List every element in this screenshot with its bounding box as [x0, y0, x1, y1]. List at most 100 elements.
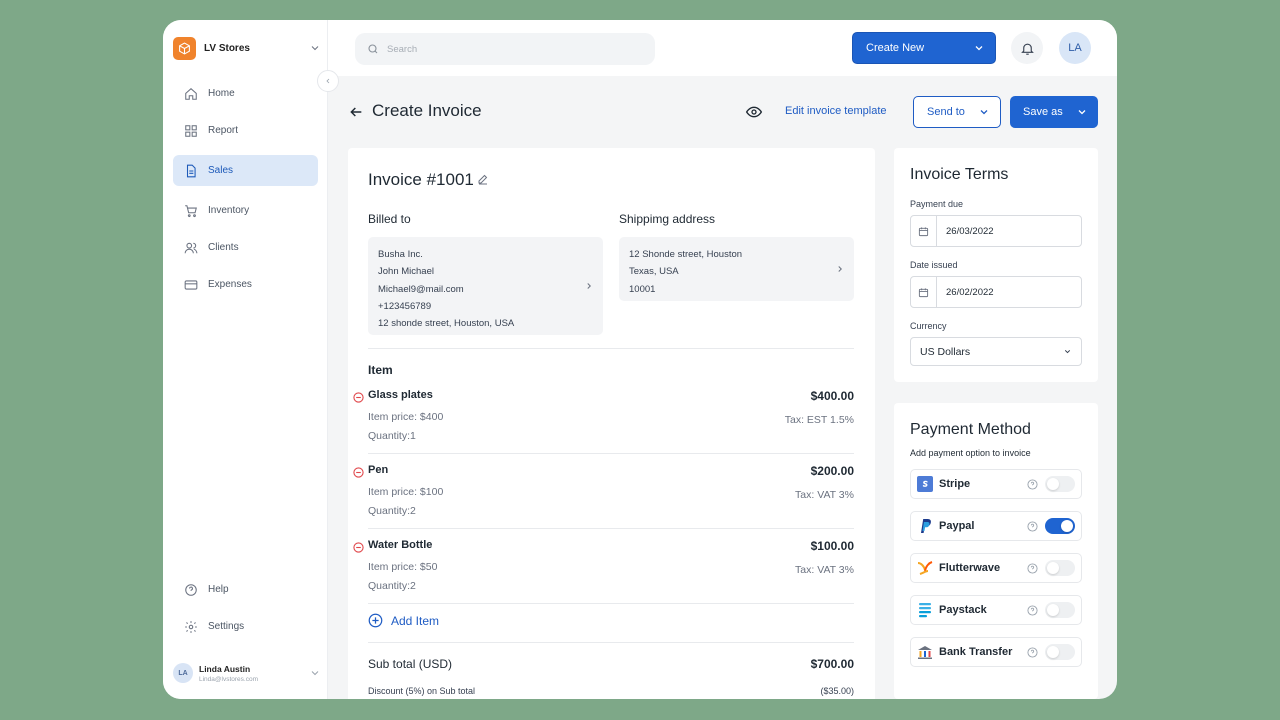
payment-due-label: Payment due	[910, 199, 964, 209]
flutterwave-logo-icon	[917, 560, 933, 576]
user-menu[interactable]: LA Linda Austin Linda@lvstores.com	[173, 660, 321, 686]
cart-icon	[185, 204, 197, 217]
payment-name: Flutterwave	[939, 562, 1001, 574]
item-name: Pen	[368, 464, 389, 476]
list-item: Water Bottle Item price: $50 Quantity:2 …	[353, 539, 854, 599]
help-icon	[185, 583, 197, 596]
paystack-logo-icon	[917, 602, 933, 618]
chevron-down-icon	[975, 46, 983, 51]
flutterwave-toggle[interactable]	[1045, 560, 1075, 576]
date-issued-field[interactable]: 26/02/2022	[910, 276, 1082, 308]
sidebar-item-sales[interactable]: Sales	[173, 155, 318, 186]
sidebar-item-label: Settings	[208, 621, 245, 632]
help-icon[interactable]	[1027, 520, 1038, 532]
chevron-down-icon	[1078, 110, 1086, 115]
save-as-button[interactable]: Save as	[1010, 96, 1098, 128]
create-new-button[interactable]: Create New	[852, 32, 996, 64]
currency-value: US Dollars	[920, 345, 971, 358]
payment-name: Paypal	[939, 520, 975, 532]
save-as-label: Save as	[1023, 106, 1063, 118]
sidebar-item-label: Help	[208, 584, 229, 595]
help-icon[interactable]	[1027, 646, 1038, 658]
user-name: Linda Austin	[199, 663, 251, 674]
currency-select[interactable]: US Dollars	[910, 337, 1082, 366]
stripe-logo-icon	[917, 476, 933, 492]
create-new-label: Create New	[866, 42, 925, 54]
send-to-label: Send to	[927, 106, 965, 118]
paypal-toggle[interactable]	[1045, 518, 1075, 534]
item-section-label: Item	[368, 363, 393, 377]
calendar-icon	[918, 287, 929, 297]
payment-option-flutterwave: Flutterwave	[910, 553, 1082, 583]
stripe-toggle[interactable]	[1045, 476, 1075, 492]
shipping-address-label: Shippimg address	[619, 212, 716, 226]
bank-transfer-toggle[interactable]	[1045, 644, 1075, 660]
eye-icon[interactable]	[745, 104, 763, 120]
gear-icon	[185, 620, 197, 633]
chevron-left-icon	[326, 78, 330, 84]
paystack-toggle[interactable]	[1045, 602, 1075, 618]
discount-value: ($35.00)	[820, 686, 854, 696]
payment-option-paystack: Paystack	[910, 595, 1082, 625]
bell-icon	[1020, 43, 1034, 55]
app-window: LV Stores Home Report Sales Inventory Cl…	[163, 20, 1117, 699]
sidebar-item-help[interactable]: Help	[173, 574, 318, 605]
help-icon[interactable]	[1027, 604, 1038, 616]
billed-phone: +123456789	[378, 300, 432, 312]
avatar[interactable]: LA	[1059, 32, 1091, 64]
sidebar-item-settings[interactable]: Settings	[173, 611, 318, 642]
subtotal-label: Sub total (USD)	[368, 657, 453, 671]
sidebar-item-inventory[interactable]: Inventory	[173, 195, 318, 226]
sidebar-item-home[interactable]: Home	[173, 78, 318, 109]
search-input[interactable]	[387, 43, 627, 55]
add-item-button[interactable]: Add Item	[368, 613, 439, 628]
paypal-logo-icon	[917, 518, 933, 534]
send-to-button[interactable]: Send to	[913, 96, 1001, 128]
date-issued-label: Date issued	[910, 260, 958, 270]
billed-address: 12 shonde street, Houston, USA	[378, 318, 515, 330]
payment-due-field[interactable]: 26/03/2022	[910, 215, 1082, 247]
remove-item-icon[interactable]	[353, 467, 364, 478]
search-icon	[368, 44, 378, 54]
pencil-icon[interactable]	[477, 173, 489, 185]
payment-due-value: 26/03/2022	[946, 225, 994, 237]
sidebar-item-expenses[interactable]: Expenses	[173, 269, 318, 300]
payment-method-subtitle: Add payment option to invoice	[910, 448, 1031, 458]
sidebar-item-clients[interactable]: Clients	[173, 232, 318, 263]
divider	[368, 603, 854, 604]
remove-item-icon[interactable]	[353, 542, 364, 553]
help-icon[interactable]	[1027, 562, 1038, 574]
subtotal-value: $700.00	[810, 657, 854, 671]
shipping-address-box[interactable]: 12 Shonde street, Houston Texas, USA 100…	[619, 237, 854, 301]
billed-to-label: Billed to	[368, 212, 411, 226]
item-name: Glass plates	[368, 389, 433, 401]
help-icon[interactable]	[1027, 478, 1038, 490]
divider	[368, 453, 854, 454]
collapse-sidebar-button[interactable]	[317, 70, 339, 92]
sidebar-item-label: Report	[208, 125, 239, 136]
edit-invoice-template-link[interactable]: Edit invoice template	[785, 105, 887, 117]
store-switcher[interactable]: LV Stores	[173, 35, 321, 61]
payment-option-bank-transfer: Bank Transfer	[910, 637, 1082, 667]
discount-label: Discount (5%) on Sub total	[368, 686, 476, 696]
shipping-state: Texas, USA	[629, 266, 679, 278]
currency-label: Currency	[910, 321, 947, 331]
notifications-button[interactable]	[1011, 32, 1043, 64]
page-title: Create Invoice	[372, 101, 482, 120]
user-avatar: LA	[173, 663, 193, 683]
item-price: Item price: $100	[368, 486, 444, 498]
item-tax: Tax: VAT 3%	[795, 489, 854, 501]
invoice-card: Invoice #1001 Billed to Busha Inc. John …	[348, 148, 875, 699]
back-arrow-icon[interactable]	[348, 104, 364, 120]
remove-item-icon[interactable]	[353, 392, 364, 403]
item-price: Item price: $50	[368, 561, 438, 573]
chevron-right-icon	[838, 266, 842, 272]
sidebar-item-label: Home	[208, 88, 235, 99]
home-icon	[185, 87, 197, 100]
billed-to-box[interactable]: Busha Inc. John Michael Michael9@mail.co…	[368, 237, 603, 335]
search-bar[interactable]	[355, 33, 655, 65]
user-email: Linda@lvstores.com	[199, 675, 258, 683]
sidebar-item-label: Expenses	[208, 279, 252, 290]
sidebar-item-report[interactable]: Report	[173, 115, 318, 146]
invoice-title: Invoice #1001	[368, 170, 474, 189]
